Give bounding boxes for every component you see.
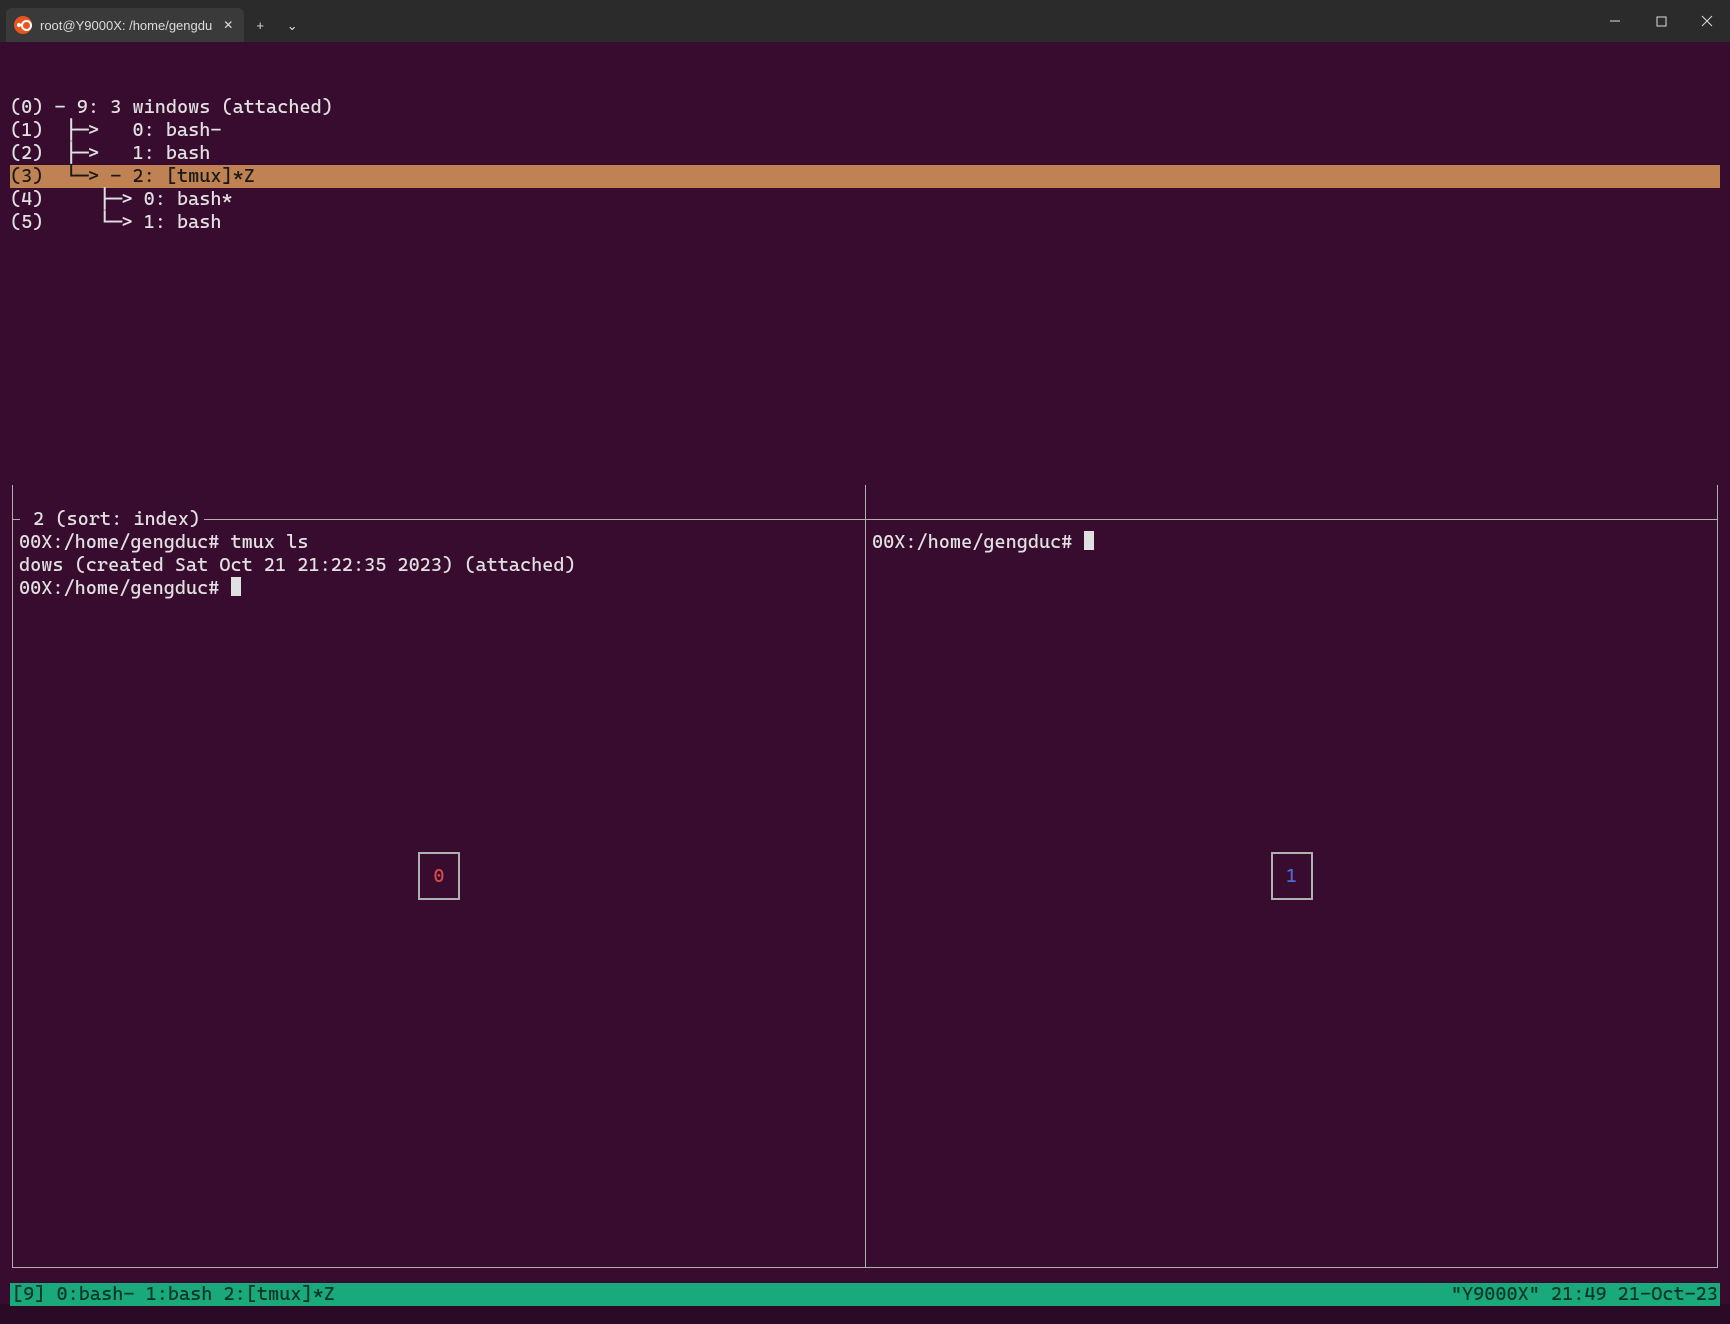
chevron-down-icon: ⌄ bbox=[287, 14, 298, 37]
close-tab-icon[interactable]: ✕ bbox=[220, 17, 236, 33]
pane-left-line: 00X:/home/gengduc# tmux ls bbox=[19, 531, 859, 554]
tree-row-5[interactable]: (5) └─> 1: bash bbox=[10, 211, 1720, 234]
tab-dropdown-button[interactable]: ⌄ bbox=[276, 8, 308, 42]
tree-row-1[interactable]: (1) ├─> 0: bash- bbox=[10, 119, 1720, 142]
tree-row-2[interactable]: (2) ├─> 1: bash bbox=[10, 142, 1720, 165]
preview-pane-left[interactable]: 00X:/home/gengduc# tmux lsdows (created … bbox=[13, 485, 865, 1267]
window-titlebar: root@Y9000X: /home/gengdu ✕ + ⌄ bbox=[0, 0, 1730, 42]
pane-index-0: 0 bbox=[418, 852, 460, 900]
tree-row-0[interactable]: (0) - 9: 3 windows (attached) bbox=[10, 96, 1720, 119]
pane-left-line: 00X:/home/gengduc# bbox=[19, 577, 859, 600]
status-right: "Y9000X" 21:49 21-Oct-23 bbox=[1451, 1283, 1718, 1306]
terminal-viewport[interactable]: (0) - 9: 3 windows (attached)(1) ├─> 0: … bbox=[0, 42, 1730, 1304]
maximize-button[interactable] bbox=[1638, 0, 1684, 42]
pane-index-1: 1 bbox=[1271, 852, 1313, 900]
tmux-preview: 2 (sort: index) 00X:/home/gengduc# tmux … bbox=[12, 462, 1718, 1268]
status-left: [9] 0:bash- 1:bash 2:[tmux]*Z bbox=[12, 1283, 335, 1306]
minimize-button[interactable] bbox=[1592, 0, 1638, 42]
pane-left-line: dows (created Sat Oct 21 21:22:35 2023) … bbox=[19, 554, 859, 577]
tmux-status-bar: [9] 0:bash- 1:bash 2:[tmux]*Z "Y9000X" 2… bbox=[10, 1283, 1720, 1306]
new-tab-button[interactable]: + bbox=[244, 8, 276, 42]
cursor bbox=[231, 577, 241, 596]
close-window-button[interactable] bbox=[1684, 0, 1730, 42]
ubuntu-icon bbox=[14, 16, 32, 34]
tab-title: root@Y9000X: /home/gengdu bbox=[40, 14, 212, 37]
tmux-tree[interactable]: (0) - 9: 3 windows (attached)(1) ├─> 0: … bbox=[10, 96, 1720, 234]
tree-row-3[interactable]: (3) └─> - 2: [tmux]*Z bbox=[10, 165, 1720, 188]
plus-icon: + bbox=[256, 14, 264, 37]
tree-row-4[interactable]: (4) ├─> 0: bash* bbox=[10, 188, 1720, 211]
preview-pane-right[interactable]: 00X:/home/gengduc# 1 bbox=[865, 485, 1717, 1267]
terminal-tab[interactable]: root@Y9000X: /home/gengdu ✕ bbox=[6, 8, 244, 42]
pane-right-line: 00X:/home/gengduc# bbox=[872, 531, 1711, 554]
window-controls bbox=[1592, 0, 1730, 42]
cursor bbox=[1084, 531, 1094, 550]
